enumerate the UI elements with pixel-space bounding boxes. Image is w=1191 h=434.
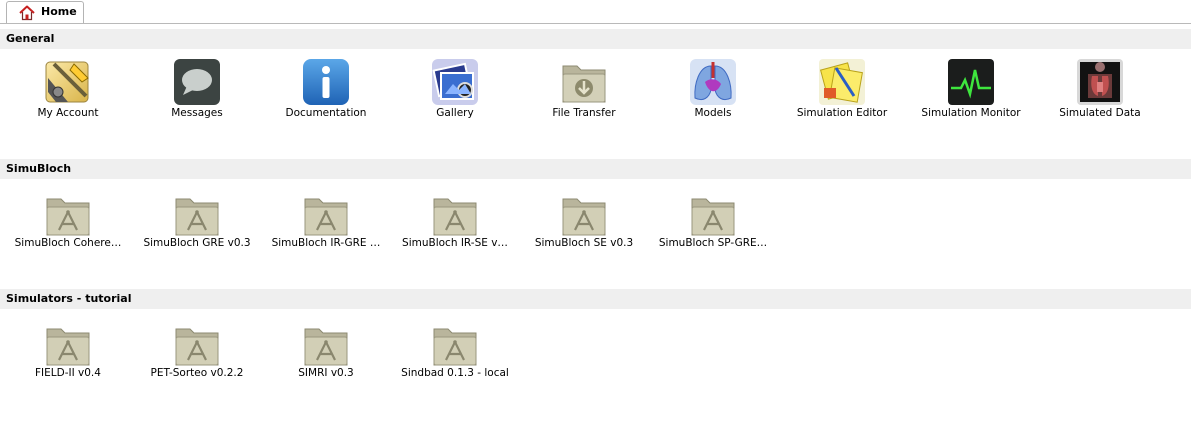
app-simulation-monitor[interactable]: Simulation Monitor bbox=[909, 58, 1033, 122]
app-label: Simulation Monitor bbox=[921, 107, 1021, 119]
app-folder-icon bbox=[562, 198, 606, 236]
app-label: FIELD-II v0.4 bbox=[35, 367, 101, 379]
app-label: SimuBloch IR-GRE … bbox=[271, 237, 381, 249]
tab-bar-divider bbox=[0, 23, 1191, 24]
notes-editor-icon bbox=[819, 59, 865, 105]
app-file-transfer[interactable]: File Transfer bbox=[522, 58, 646, 122]
tab-bar: Home bbox=[0, 0, 1191, 24]
app-label: Documentation bbox=[285, 107, 367, 119]
section-header-general: General bbox=[0, 29, 1191, 49]
app-simubloch-se[interactable]: SimuBloch SE v0.3 bbox=[522, 190, 646, 254]
app-simubloch-ir-se[interactable]: SimuBloch IR-SE v… bbox=[393, 190, 517, 254]
speech-bubble-icon bbox=[174, 59, 220, 105]
app-models[interactable]: Models bbox=[651, 58, 775, 122]
section-title: General bbox=[6, 32, 55, 45]
app-label: SimuBloch GRE v0.3 bbox=[143, 237, 251, 249]
app-folder-icon bbox=[175, 328, 219, 366]
app-folder-icon bbox=[433, 198, 477, 236]
app-label: Models bbox=[694, 107, 732, 119]
image-gallery-icon bbox=[432, 59, 478, 105]
app-folder-icon bbox=[691, 198, 735, 236]
app-label: SimuBloch Cohere… bbox=[14, 237, 122, 249]
app-label: My Account bbox=[37, 107, 99, 119]
app-messages[interactable]: Messages bbox=[135, 58, 259, 122]
app-field-ii[interactable]: FIELD-II v0.4 bbox=[6, 320, 130, 384]
app-simulation-editor[interactable]: Simulation Editor bbox=[780, 58, 904, 122]
app-simubloch-gre[interactable]: SimuBloch GRE v0.3 bbox=[135, 190, 259, 254]
app-simubloch-coherent[interactable]: SimuBloch Cohere… bbox=[6, 190, 130, 254]
home-icon bbox=[19, 5, 35, 21]
app-simubloch-ir-gre[interactable]: SimuBloch IR-GRE … bbox=[264, 190, 388, 254]
app-folder-icon bbox=[46, 328, 90, 366]
app-label: SimuBloch SE v0.3 bbox=[534, 237, 634, 249]
app-documentation[interactable]: Documentation bbox=[264, 58, 388, 122]
section-header-simubloch: SimuBloch bbox=[0, 159, 1191, 179]
app-label: Gallery bbox=[436, 107, 474, 119]
app-gallery[interactable]: Gallery bbox=[393, 58, 517, 122]
app-my-account[interactable]: My Account bbox=[6, 58, 130, 122]
app-folder-icon bbox=[46, 198, 90, 236]
app-label: Simulation Editor bbox=[796, 107, 888, 119]
anatomy-scan-icon bbox=[1077, 59, 1123, 105]
account-tools-icon bbox=[45, 61, 89, 103]
heartbeat-monitor-icon bbox=[948, 59, 994, 105]
app-folder-icon bbox=[304, 328, 348, 366]
app-label: Simulated Data bbox=[1059, 107, 1141, 119]
app-simulated-data[interactable]: Simulated Data bbox=[1038, 58, 1162, 122]
app-folder-icon bbox=[433, 328, 477, 366]
app-folder-icon bbox=[175, 198, 219, 236]
tab-home-label: Home bbox=[41, 5, 77, 18]
app-pet-sorteo[interactable]: PET-Sorteo v0.2.2 bbox=[135, 320, 259, 384]
section-header-simulators-tutorial: Simulators - tutorial bbox=[0, 289, 1191, 309]
app-label: SimuBloch IR-SE v… bbox=[402, 237, 508, 249]
app-sindbad-local[interactable]: Sindbad 0.1.3 - local bbox=[393, 320, 517, 384]
app-label: PET-Sorteo v0.2.2 bbox=[150, 367, 244, 379]
download-folder-icon bbox=[562, 65, 606, 103]
section-title: SimuBloch bbox=[6, 162, 72, 175]
app-folder-icon bbox=[304, 198, 348, 236]
info-icon bbox=[303, 59, 349, 105]
app-label: SimuBloch SP-GRE… bbox=[658, 237, 768, 249]
section-title: Simulators - tutorial bbox=[6, 292, 132, 305]
app-label: File Transfer bbox=[552, 107, 616, 119]
app-label: Sindbad 0.1.3 - local bbox=[401, 367, 509, 379]
app-simubloch-sp-gre[interactable]: SimuBloch SP-GRE… bbox=[651, 190, 775, 254]
app-simri[interactable]: SIMRI v0.3 bbox=[264, 320, 388, 384]
app-label: Messages bbox=[171, 107, 223, 119]
app-label: SIMRI v0.3 bbox=[298, 367, 354, 379]
tab-home[interactable]: Home bbox=[6, 1, 84, 23]
lungs-model-icon bbox=[690, 59, 736, 105]
